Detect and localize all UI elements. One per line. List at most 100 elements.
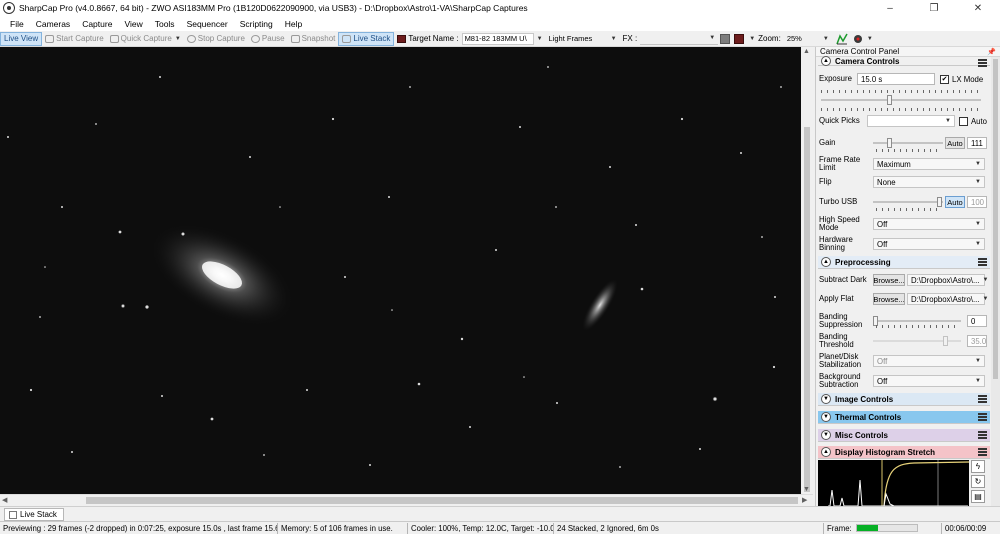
subtract-dark-browse-button[interactable]: Browse... [873, 274, 905, 286]
background-subtraction-select[interactable]: Off ▼ [873, 375, 985, 387]
turbo-slider-thumb[interactable] [937, 197, 942, 207]
minimize-button[interactable]: – [868, 0, 912, 16]
close-button[interactable]: ✕ [956, 0, 1000, 16]
thermal-controls-header[interactable]: ▼ Thermal Controls [818, 411, 990, 424]
start-capture-button[interactable]: Start Capture [42, 32, 107, 46]
high-speed-select[interactable]: Off ▼ [873, 218, 985, 230]
quick-capture-button[interactable]: Quick Capture ▼ [107, 32, 184, 46]
turbo-value-input[interactable]: 100 [967, 196, 987, 208]
save-icon[interactable]: ▤ [971, 490, 985, 503]
title-bar: SharpCap Pro (v4.0.8667, 64 bit) - ZWO A… [0, 0, 1000, 16]
banding-threshold-slider[interactable] [873, 335, 961, 347]
flip-label: Flip [819, 177, 832, 186]
apply-flat-select[interactable]: D:\Dropbox\Astro\... ▼ [907, 293, 988, 305]
zoom-select[interactable]: 25% ▼ [784, 33, 832, 45]
menu-icon[interactable] [978, 59, 987, 67]
panel-scrollbar[interactable] [991, 57, 1000, 506]
grid-icon[interactable] [720, 33, 731, 44]
snapshot-button[interactable]: Snapshot [288, 32, 339, 46]
menu-icon[interactable] [978, 448, 987, 456]
preprocessing-header[interactable]: ▲ Preprocessing [818, 256, 990, 269]
viewport-horizontal-scrollbar[interactable]: ◀ ▶ [0, 494, 813, 506]
turbo-ticks [876, 208, 942, 211]
planet-stabilization-select[interactable]: Off ▼ [873, 355, 985, 367]
menu-cameras[interactable]: Cameras [30, 19, 76, 29]
lightning-icon[interactable]: ϟ [971, 460, 985, 473]
gain-auto-button[interactable]: Auto [945, 137, 965, 149]
planet-stabilization-value: Off [877, 356, 888, 366]
image-controls-header[interactable]: ▼ Image Controls [818, 393, 990, 406]
menu-icon[interactable] [978, 431, 987, 439]
misc-controls-header[interactable]: ▼ Misc Controls [818, 429, 990, 442]
exposure-slider-thumb[interactable] [887, 95, 892, 105]
gain-value-input[interactable]: 111 [967, 137, 987, 149]
exposure-slider[interactable] [821, 94, 981, 106]
turbo-usb-slider[interactable] [873, 196, 943, 208]
histogram-display[interactable] [818, 460, 969, 506]
menu-tools[interactable]: Tools [149, 19, 181, 29]
pause-button[interactable]: Pause [248, 32, 288, 46]
exposure-input[interactable]: 15.0 s [857, 73, 935, 85]
live-view-button[interactable]: Live View [0, 31, 43, 46]
gain-slider[interactable] [873, 137, 943, 149]
gain-row: Gain Auto 111 [819, 137, 987, 149]
threshold-slider-thumb[interactable] [943, 336, 948, 346]
banding-suppression-input[interactable]: 0 [967, 315, 987, 327]
chevron-up-icon: ▲ [821, 257, 831, 267]
menu-sequencer[interactable]: Sequencer [181, 19, 234, 29]
gain-slider-thumb[interactable] [887, 138, 892, 148]
live-stack-label: Live Stack [353, 34, 391, 43]
chevron-down-icon[interactable]: ▼ [537, 36, 543, 42]
banding-threshold-input[interactable]: 35.0 [967, 335, 987, 347]
menu-icon[interactable] [978, 395, 987, 403]
histogram-icon[interactable] [836, 33, 848, 45]
banding-ticks [876, 325, 960, 328]
frame-type-select[interactable]: Light Frames ▼ [546, 33, 620, 45]
apply-flat-browse-button[interactable]: Browse... [873, 293, 905, 305]
subtract-dark-select[interactable]: D:\Dropbox\Astro\... ▼ [907, 274, 988, 286]
lx-mode-checkbox[interactable]: ✔ [940, 74, 949, 84]
menu-help[interactable]: Help [279, 19, 308, 29]
status-previewing: Previewing : 29 frames (-2 dropped) in 0… [0, 522, 278, 534]
menu-file[interactable]: File [4, 19, 30, 29]
histogram-header[interactable]: ▲ Display Histogram Stretch [818, 446, 990, 459]
quick-picks-select[interactable]: ▼ [866, 115, 955, 127]
chevron-down-icon: ▼ [945, 118, 951, 124]
menu-view[interactable]: View [118, 19, 148, 29]
pin-icon[interactable]: 📌 [987, 48, 996, 56]
live-stack-button[interactable]: Live Stack [338, 31, 395, 46]
vertical-scroll-thumb[interactable] [804, 127, 810, 492]
menu-icon[interactable] [978, 258, 987, 266]
flip-row: Flip None ▼ [819, 176, 987, 188]
target-name-label: Target Name : [408, 34, 459, 43]
background-subtraction-row: Background Subtraction Off ▼ [819, 373, 987, 389]
chevron-down-icon[interactable]: ▼ [803, 486, 810, 493]
chevron-right-icon[interactable]: ▶ [802, 496, 807, 504]
reset-icon[interactable]: ↻ [971, 475, 985, 488]
panel-scroll-thumb[interactable] [993, 59, 998, 379]
chevron-up-icon[interactable]: ▲ [803, 48, 810, 55]
image-viewport[interactable] [0, 47, 801, 494]
color-picker-icon[interactable] [852, 33, 864, 45]
viewport-vertical-scrollbar[interactable]: ▲ ▼ [801, 47, 813, 494]
camera-controls-header[interactable]: ▲ Camera Controls [818, 56, 990, 67]
tab-live-stack[interactable]: Live Stack [4, 508, 64, 521]
menu-scripting[interactable]: Scripting [234, 19, 279, 29]
chevron-down-icon[interactable]: ▼ [867, 36, 873, 42]
frame-rate-select[interactable]: Maximum ▼ [873, 158, 985, 170]
menu-capture[interactable]: Capture [76, 19, 118, 29]
maximize-button[interactable]: ❐ [912, 0, 956, 16]
color-swatch-icon[interactable] [734, 33, 745, 44]
auto-checkbox[interactable] [958, 116, 968, 126]
horizontal-scroll-thumb[interactable] [86, 497, 798, 504]
menu-icon[interactable] [978, 413, 987, 421]
quick-picks-label: Quick Picks [819, 116, 860, 125]
hardware-binning-select[interactable]: Off ▼ [873, 238, 985, 250]
flip-select[interactable]: None ▼ [873, 176, 985, 188]
banding-suppression-label: Banding Suppression [819, 312, 863, 329]
target-name-input[interactable]: M81-82 183MM U\ [461, 32, 534, 45]
chevron-left-icon[interactable]: ◀ [2, 496, 7, 504]
fx-select[interactable]: ▼ [640, 33, 719, 45]
turbo-auto-button[interactable]: Auto [945, 196, 965, 208]
stop-capture-button[interactable]: Stop Capture [184, 32, 248, 46]
